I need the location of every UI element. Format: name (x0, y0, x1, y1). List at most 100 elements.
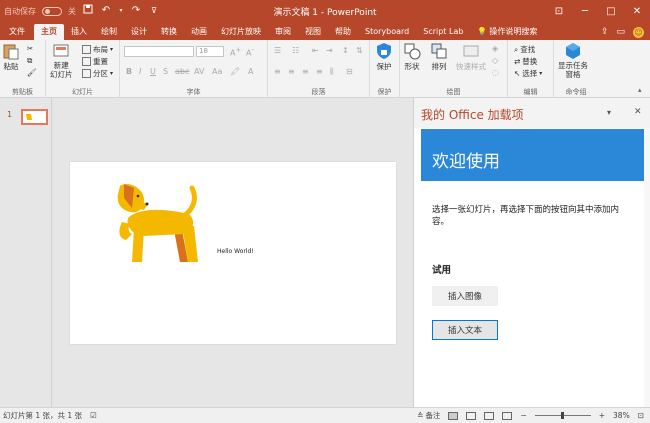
task-pane-scrollbar[interactable] (644, 128, 650, 407)
increase-font-icon[interactable]: A+ (230, 46, 241, 58)
char-spacing-icon[interactable]: AV (194, 67, 204, 76)
editing-group-label: 编辑 (523, 88, 538, 96)
zoom-slider[interactable] (534, 412, 591, 419)
copy-icon[interactable]: ⧉ (27, 56, 32, 66)
slide-thumbnail[interactable] (21, 109, 48, 125)
close-icon[interactable]: ✕ (624, 6, 650, 17)
tab-slideshow[interactable]: 幻灯片放映 (214, 24, 268, 40)
drawing-group-label: 绘图 (446, 88, 461, 96)
slideshow-view-icon[interactable] (502, 411, 513, 420)
tab-design[interactable]: 设计 (124, 24, 154, 40)
notes-button[interactable]: ≙ 备注 (417, 410, 440, 421)
zoom-slider-thumb[interactable] (560, 412, 564, 419)
reset-button[interactable]: 重置 (82, 56, 108, 67)
align-center-icon[interactable]: ≡ (288, 67, 295, 76)
undo-dropdown-icon[interactable]: ▾ (118, 5, 124, 17)
select-button[interactable]: ↖ 选择 ▾ (514, 68, 542, 79)
zoom-level[interactable]: 38% (613, 411, 630, 420)
search-box[interactable]: 💡 操作说明搜索 (470, 24, 544, 40)
protect-button[interactable]: 保护 (375, 42, 393, 72)
redo-icon[interactable]: ↷ (130, 5, 142, 17)
change-case-icon[interactable]: Aa (212, 67, 222, 76)
insert-image-button[interactable]: 插入图像 (432, 286, 498, 306)
section-button[interactable]: 分区 ▾ (82, 68, 113, 79)
text-direction-icon[interactable]: ⇅ (356, 46, 363, 55)
indent-increase-icon[interactable]: ⇥ (326, 46, 333, 55)
tab-storyboard[interactable]: Storyboard (358, 24, 416, 40)
task-pane-title: 我的 Office 加载项 (421, 108, 524, 122)
task-pane-close-icon[interactable]: ✕ (634, 107, 642, 117)
tab-insert[interactable]: 插入 (64, 24, 94, 40)
share-icon[interactable]: ⇪ (601, 27, 609, 37)
save-icon[interactable] (82, 4, 94, 18)
tab-view[interactable]: 视图 (298, 24, 328, 40)
tab-animations[interactable]: 动画 (184, 24, 214, 40)
columns-icon[interactable]: ⫼ (330, 67, 334, 77)
indent-decrease-icon[interactable]: ⇤ (312, 46, 319, 55)
autosave-toggle[interactable] (42, 6, 62, 16)
font-name-combo[interactable] (124, 46, 194, 57)
minimize-icon[interactable]: ─ (572, 6, 598, 17)
dog-illustration[interactable] (114, 182, 206, 264)
line-spacing-icon[interactable]: ↕ (342, 46, 349, 55)
strikethrough-icon[interactable]: abc (175, 67, 189, 76)
bold-icon[interactable]: B (126, 67, 132, 76)
tab-review[interactable]: 审阅 (268, 24, 298, 40)
new-slide-button[interactable]: 新建 幻灯片 (50, 42, 73, 79)
align-right-icon[interactable]: ≡ (302, 67, 309, 76)
font-size-combo[interactable]: 18 (196, 46, 224, 57)
task-pane-options-icon[interactable]: ▾ (607, 108, 611, 117)
autosave-state: 关 (68, 6, 76, 16)
normal-view-icon[interactable] (448, 411, 459, 420)
undo-icon[interactable]: ↶ (100, 5, 112, 17)
zoom-in-icon[interactable]: + (599, 411, 605, 420)
notes-icon: ≙ (417, 411, 424, 420)
slide-canvas[interactable]: Hello World! (70, 162, 396, 344)
insert-text-button[interactable]: 插入文本 (432, 320, 498, 340)
arrange-button[interactable]: 排列 (430, 42, 448, 72)
bullets-icon[interactable]: ☰ (274, 46, 281, 55)
slide-text-box[interactable]: Hello World! (217, 248, 254, 255)
font-color-icon[interactable]: A (248, 67, 253, 76)
align-left-icon[interactable]: ≡ (274, 67, 281, 76)
shape-effects-icon[interactable]: ◌ (492, 68, 499, 77)
format-painter-icon[interactable]: 🖌 (27, 68, 37, 77)
cube-icon (566, 43, 580, 59)
zoom-out-icon[interactable]: − (520, 411, 526, 420)
justify-icon[interactable]: ≡ (316, 67, 323, 76)
highlight-icon[interactable]: 🖍 (230, 67, 240, 76)
comments-icon[interactable]: ▭ (616, 27, 625, 37)
shadow-icon[interactable]: S (163, 67, 168, 76)
tab-transitions[interactable]: 转换 (154, 24, 184, 40)
shape-fill-icon[interactable]: ◈ (492, 44, 498, 53)
collapse-ribbon-icon[interactable]: ▴ (638, 86, 642, 94)
paste-button[interactable]: 粘贴 (2, 42, 20, 72)
layout-button[interactable]: 布局 ▾ (82, 44, 113, 55)
decrease-font-icon[interactable]: A- (246, 46, 254, 58)
quick-styles-button[interactable]: 快速样式 (456, 42, 486, 72)
shapes-button[interactable]: 形状 (403, 42, 421, 72)
spell-check-icon[interactable]: ☑ (90, 411, 97, 420)
align-text-icon[interactable]: ⊟ (346, 67, 353, 76)
replace-button[interactable]: ⇄ 替换 (514, 56, 537, 67)
cut-icon[interactable]: ✂ (27, 44, 33, 53)
tab-home[interactable]: 主页 (34, 24, 64, 40)
tab-script-lab[interactable]: Script Lab (416, 24, 470, 40)
font-group: 18 A+ A- B I U S abc AV Aa 🖍 A 字体 (120, 40, 268, 98)
feedback-smiley-icon[interactable]: ☺ (633, 26, 644, 38)
underline-icon[interactable]: U (150, 67, 156, 76)
find-button[interactable]: ⌕ 查找 (514, 44, 535, 55)
italic-icon[interactable]: I (139, 67, 141, 76)
numbering-icon[interactable]: ☷ (292, 46, 299, 55)
shape-outline-icon[interactable]: ◇ (492, 56, 498, 65)
maximize-icon[interactable]: □ (598, 6, 624, 17)
slide-sorter-icon[interactable] (466, 411, 477, 420)
tab-help[interactable]: 帮助 (328, 24, 358, 40)
show-taskpane-button[interactable]: 显示任务 窗格 (558, 42, 588, 79)
customize-icon[interactable]: ⊽ (148, 5, 160, 17)
ribbon-display-icon[interactable]: ⊡ (546, 6, 572, 17)
tab-file[interactable]: 文件 (0, 24, 34, 40)
tab-draw[interactable]: 绘制 (94, 24, 124, 40)
reading-view-icon[interactable] (484, 411, 495, 420)
fit-to-window-icon[interactable]: ⊡ (638, 411, 644, 420)
